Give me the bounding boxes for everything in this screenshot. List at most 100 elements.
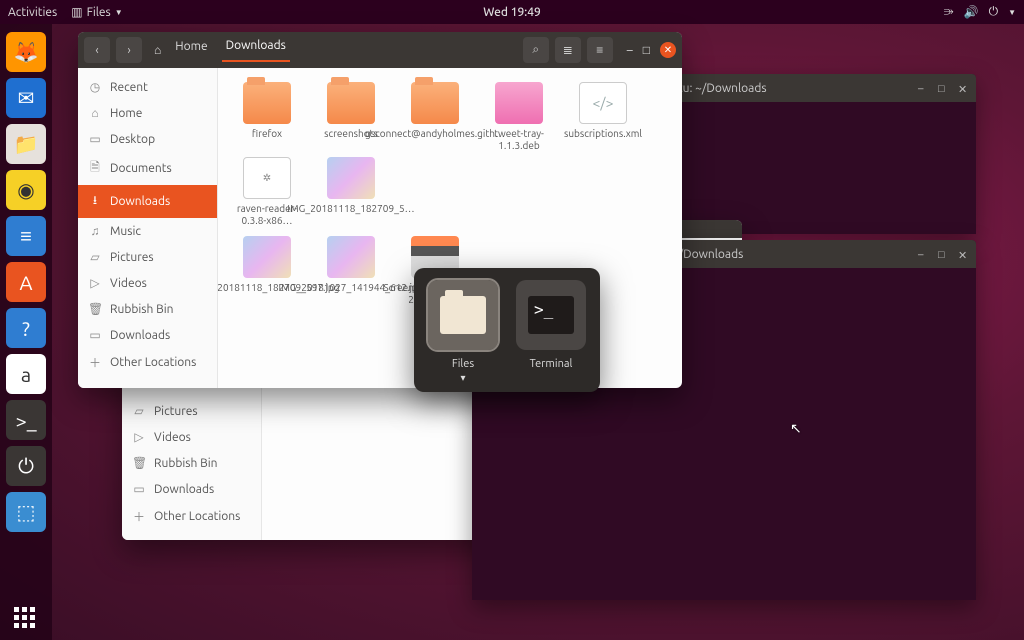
help-icon[interactable]: ? [6,308,46,348]
sidebar-icon: ▷ [88,276,102,290]
maximize-button[interactable]: □ [938,83,948,93]
sidebar-item-recent[interactable]: ◷Recent [78,74,217,100]
grid-icon [14,607,35,628]
screenshot-icon[interactable]: ⬚ [6,492,46,532]
sidebar-item-label: Pictures [110,251,154,264]
file-item[interactable]: gsconnect@andyholmes.gith… [396,82,474,151]
search-button[interactable]: ⌕ [523,37,549,63]
rhythmbox-icon[interactable]: ◉ [6,170,46,210]
file-item[interactable]: IMG_20181118_182709_5… [312,157,390,226]
app-menu[interactable]: ▥ Files ▼ [71,5,122,19]
file-label: IMG_20181118_182709_5… [287,203,414,215]
img-icon [243,236,291,278]
close-button[interactable]: ✕ [958,83,968,93]
file-item[interactable]: IMG_20181118_182709_597.jpg [228,236,306,305]
pathbar[interactable]: ⌂ Home Downloads [154,39,290,62]
view-list-button[interactable]: ≣ [555,37,581,63]
close-button[interactable]: ✕ [958,249,968,259]
sidebar-item-home[interactable]: ⌂ Home [78,100,217,126]
sidebar-item[interactable]: 🗑Rubbish Bin [122,450,261,476]
chevron-down-icon: ▾ [460,372,465,384]
sidebar-item[interactable]: ▱Pictures [122,398,261,424]
minimize-button[interactable]: – [627,44,633,57]
sidebar-item[interactable]: ＋ Other Locations [122,502,261,531]
file-item[interactable]: tweet-tray-1.1.3.deb [480,82,558,151]
sidebar-item-documents[interactable]: 🗎Documents [78,152,217,185]
sidebar-item-pictures[interactable]: ▱Pictures [78,244,217,270]
alt-tab-switcher[interactable]: Files ▾ >_ Terminal [414,268,600,392]
network-icon[interactable]: ⭄ [944,5,954,19]
sidebar-item-label: Home [110,107,142,120]
file-item[interactable]: firefox [228,82,306,151]
sidebar-item-label: Pictures [154,405,198,418]
sidebar-item-desktop[interactable]: ▭ Desktop [78,126,217,152]
amazon-icon[interactable]: a [6,354,46,394]
file-label: firefox [252,128,282,140]
file-label: tweet-tray-1.1.3.deb [480,128,558,151]
firefox-icon[interactable]: 🦊 [6,32,46,72]
toggle-icon[interactable]: ⏻ [6,446,46,486]
activities-button[interactable]: Activities [8,6,57,19]
libreoffice-writer-icon[interactable]: ≡ [6,216,46,256]
sidebar-item-label: Downloads [110,195,170,208]
chevron-down-icon: ▼ [115,8,123,17]
show-apps-button[interactable] [14,607,35,628]
sidebar-item-downloads-mount[interactable]: ▭Downloads [78,322,217,348]
maximize-button[interactable]: □ [938,249,948,259]
sidebar-item-label: Other Locations [154,510,240,523]
sidebar-icon: ⌂ [88,106,102,120]
folder-icon [243,82,291,124]
volume-icon[interactable]: 🔊 [964,5,979,19]
forward-button[interactable]: › [116,37,142,63]
sidebar-icon: ▷ [132,430,146,444]
hamburger-button[interactable]: ≡ [587,37,613,63]
sidebar-icon: 🗑 [88,302,102,316]
app-icon: ✲ [243,157,291,199]
sidebar-item-label: Downloads [110,329,170,342]
sidebar-item-other[interactable]: ＋Other Locations [78,348,217,377]
close-button[interactable]: ✕ [660,42,676,58]
files-app-icon [440,296,486,334]
img-icon [327,157,375,199]
sidebar-icon: ▭ [88,132,102,146]
terminal-icon[interactable]: >_ [6,400,46,440]
sidebar-icon: ♫ [88,224,102,238]
path-current[interactable]: Downloads [222,39,290,62]
ubuntu-software-icon[interactable]: A [6,262,46,302]
img-icon [327,236,375,278]
clock[interactable]: Wed 19:49 [483,6,541,19]
folder-icon [327,82,375,124]
files-icon[interactable]: 📁 [6,124,46,164]
sidebar-item-videos[interactable]: ▷ Videos [78,270,217,296]
switcher-option-terminal[interactable]: >_ Terminal [516,280,586,370]
sidebar-item[interactable]: ▭Downloads [122,476,261,502]
sidebar-item[interactable]: ▷ Videos [122,424,261,450]
file-label: subscriptions.xml [564,128,642,140]
sidebar-item-downloads[interactable]: ⭳Downloads [78,185,217,218]
sidebar-item-label: Downloads [154,483,214,496]
maximize-button[interactable]: □ [643,43,650,57]
deb-icon [495,82,543,124]
back-button[interactable]: ‹ [84,37,110,63]
sidebar-item-label: Recent [110,81,148,94]
sidebar-item-label: Desktop [110,133,155,146]
sidebar-item-trash[interactable]: 🗑Rubbish Bin [78,296,217,322]
sidebar-item-music[interactable]: ♫Music [78,218,217,244]
sidebar-item-label: Videos [154,431,191,444]
home-icon: ⌂ [154,43,161,57]
file-item[interactable]: screenshots [312,82,390,151]
minimize-button[interactable]: – [918,83,928,93]
minimize-button[interactable]: – [918,249,928,259]
switcher-label: Files [452,358,474,370]
sidebar-item-label: Videos [110,277,147,290]
sidebar-icon: ＋ [88,354,102,371]
thunderbird-icon[interactable]: ✉ [6,78,46,118]
power-icon[interactable]: ⏻ [989,5,999,19]
sidebar-icon: ＋ [132,508,146,525]
file-item[interactable]: </>subscriptions.xml [564,82,642,151]
file-item[interactable]: IMG_20181027_141944_612.jpg [312,236,390,305]
path-home[interactable]: Home [171,40,211,61]
switcher-option-files[interactable]: Files ▾ [428,280,498,370]
file-item[interactable]: ✲raven-reader-0.3.8-x86… [228,157,306,226]
sidebar-icon: 🗑 [132,456,146,470]
